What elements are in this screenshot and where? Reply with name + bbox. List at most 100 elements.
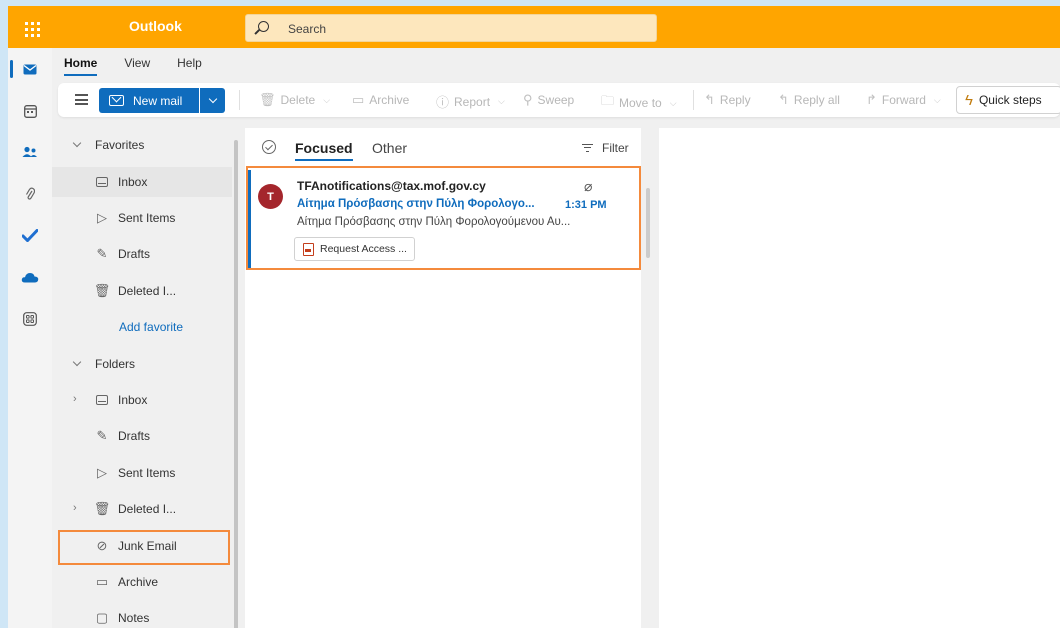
message-list-scrollbar[interactable] bbox=[646, 178, 650, 288]
forward-icon: ↱ bbox=[866, 92, 877, 107]
reply-all-icon: ↰ bbox=[778, 92, 789, 107]
reply-button[interactable]: ↰ Reply bbox=[704, 92, 751, 108]
favorite-drafts[interactable]: ✎ Drafts bbox=[52, 239, 232, 269]
people-icon[interactable] bbox=[8, 137, 52, 167]
folder-move-icon: 🗀 bbox=[601, 93, 615, 108]
app-rail bbox=[8, 48, 52, 628]
ribbon-separator bbox=[239, 90, 240, 110]
favorite-deleted-items[interactable]: 🗑 Deleted I... bbox=[52, 276, 232, 306]
chevron-down-icon: ⌵ bbox=[498, 96, 505, 106]
envelope-icon bbox=[109, 95, 124, 106]
add-favorite-link[interactable]: Add favorite bbox=[119, 320, 183, 334]
folder-drafts[interactable]: ✎ Drafts bbox=[52, 421, 232, 451]
archive-label: Archive bbox=[369, 93, 410, 107]
chevron-down-icon bbox=[72, 138, 82, 148]
new-mail-dropdown[interactable] bbox=[200, 88, 225, 113]
folder-label: Inbox bbox=[118, 175, 148, 189]
app-launcher-icon[interactable] bbox=[16, 15, 44, 41]
folder-inbox[interactable]: › Inbox bbox=[52, 385, 232, 415]
tab-other[interactable]: Other bbox=[372, 140, 407, 156]
quick-steps-button[interactable]: ϟ Quick steps bbox=[956, 86, 1060, 114]
search-box[interactable]: Search bbox=[245, 14, 657, 42]
tab-focused[interactable]: Focused bbox=[295, 140, 353, 161]
forward-label: Forward bbox=[881, 93, 926, 107]
mail-icon[interactable] bbox=[8, 54, 52, 84]
folder-label: Archive bbox=[118, 575, 159, 589]
trash-icon: 🗑 bbox=[93, 283, 111, 298]
favorite-inbox[interactable]: Inbox bbox=[52, 167, 232, 197]
pencil-icon: ✎ bbox=[96, 428, 108, 443]
app-title[interactable]: Outlook bbox=[129, 18, 182, 34]
message-list-tabs: Focused Other Filter bbox=[245, 128, 641, 164]
trash-icon: 🗑 bbox=[93, 501, 111, 516]
favorites-label: Favorites bbox=[95, 138, 145, 152]
chevron-right-icon[interactable]: › bbox=[73, 502, 77, 514]
new-mail-button[interactable]: New mail bbox=[99, 88, 199, 113]
scrollbar-thumb[interactable] bbox=[646, 188, 650, 258]
archive-icon: ▭ bbox=[95, 574, 109, 589]
archive-button[interactable]: ▭ Archive bbox=[352, 92, 409, 108]
favorites-header[interactable]: Favorites bbox=[52, 130, 232, 160]
main-area: Home View Help New mail 🗑 Delete ⌵ ▭ Arc… bbox=[52, 48, 1060, 628]
search-icon bbox=[258, 21, 269, 32]
move-to-label: Move to bbox=[619, 96, 662, 110]
scrollbar-thumb[interactable] bbox=[234, 140, 238, 628]
top-bar: Outlook Search bbox=[8, 6, 1060, 48]
calendar-icon[interactable] bbox=[8, 96, 52, 126]
chevron-down-icon bbox=[72, 357, 82, 367]
new-mail-label: New mail bbox=[133, 93, 183, 108]
folder-archive[interactable]: ▭ Archive bbox=[52, 567, 232, 597]
inbox-icon bbox=[94, 392, 110, 408]
move-to-button[interactable]: 🗀 Move to ⌵ bbox=[601, 92, 677, 114]
folder-notes[interactable]: ▢ Notes bbox=[52, 603, 232, 628]
select-all-checkbox-icon[interactable] bbox=[262, 140, 276, 154]
tab-help[interactable]: Help bbox=[177, 56, 202, 76]
search-placeholder: Search bbox=[288, 22, 327, 36]
chevron-down-icon: ⌵ bbox=[323, 94, 331, 105]
folder-label: Notes bbox=[118, 611, 150, 625]
hamburger-menu-icon[interactable] bbox=[75, 94, 88, 105]
folder-scrollbar[interactable] bbox=[234, 130, 238, 628]
lightning-icon: ϟ bbox=[965, 91, 973, 109]
chevron-down-icon: ⌵ bbox=[669, 97, 677, 108]
folder-label: Deleted I... bbox=[118, 502, 177, 516]
forward-button[interactable]: ↱ Forward ⌵ bbox=[866, 92, 941, 108]
folder-sent-items[interactable]: ▷ Sent Items bbox=[52, 458, 232, 488]
filter-button[interactable]: Filter bbox=[582, 141, 629, 155]
report-label: Report bbox=[454, 94, 491, 109]
filter-label: Filter bbox=[602, 141, 629, 155]
quick-steps-label: Quick steps bbox=[978, 93, 1042, 107]
folder-label: Drafts bbox=[118, 429, 151, 443]
folder-label: Drafts bbox=[118, 247, 151, 261]
report-button[interactable]: ⓘ Report ⌵ bbox=[436, 92, 505, 111]
reply-icon: ↰ bbox=[704, 92, 715, 107]
onedrive-icon[interactable] bbox=[8, 262, 52, 292]
folder-deleted-items[interactable]: › 🗑 Deleted I... bbox=[52, 494, 232, 524]
attachment-icon[interactable] bbox=[8, 179, 52, 209]
folder-label: Inbox bbox=[118, 393, 148, 407]
ribbon-toolbar: New mail 🗑 Delete ⌵ ▭ Archive ⓘ Report ⌵… bbox=[58, 83, 1060, 117]
filter-icon bbox=[582, 143, 593, 153]
junk-email-highlight bbox=[58, 530, 230, 565]
shield-icon: ⓘ bbox=[436, 95, 450, 110]
send-icon: ▷ bbox=[97, 465, 107, 480]
folder-label: Sent Items bbox=[118, 466, 176, 480]
chevron-right-icon[interactable]: › bbox=[73, 393, 77, 405]
reading-pane bbox=[659, 128, 1060, 628]
delete-button[interactable]: 🗑 Delete ⌵ bbox=[259, 92, 330, 108]
tab-view[interactable]: View bbox=[124, 56, 150, 76]
note-icon: ▢ bbox=[95, 610, 109, 625]
folders-header[interactable]: Folders bbox=[52, 349, 232, 379]
reply-label: Reply bbox=[719, 93, 751, 107]
folders-label: Folders bbox=[95, 357, 136, 371]
reply-all-button[interactable]: ↰ Reply all bbox=[778, 92, 840, 108]
ribbon-separator bbox=[693, 90, 694, 110]
favorite-sent-items[interactable]: ▷ Sent Items bbox=[52, 203, 232, 233]
todo-icon[interactable] bbox=[8, 220, 52, 250]
tab-home[interactable]: Home bbox=[64, 56, 98, 76]
more-apps-icon[interactable] bbox=[8, 304, 52, 334]
reply-all-label: Reply all bbox=[793, 93, 840, 107]
chevron-down-icon: ⌵ bbox=[933, 94, 941, 105]
sweep-button[interactable]: ⚲ Sweep bbox=[523, 92, 574, 108]
folder-label: Sent Items bbox=[118, 211, 176, 225]
